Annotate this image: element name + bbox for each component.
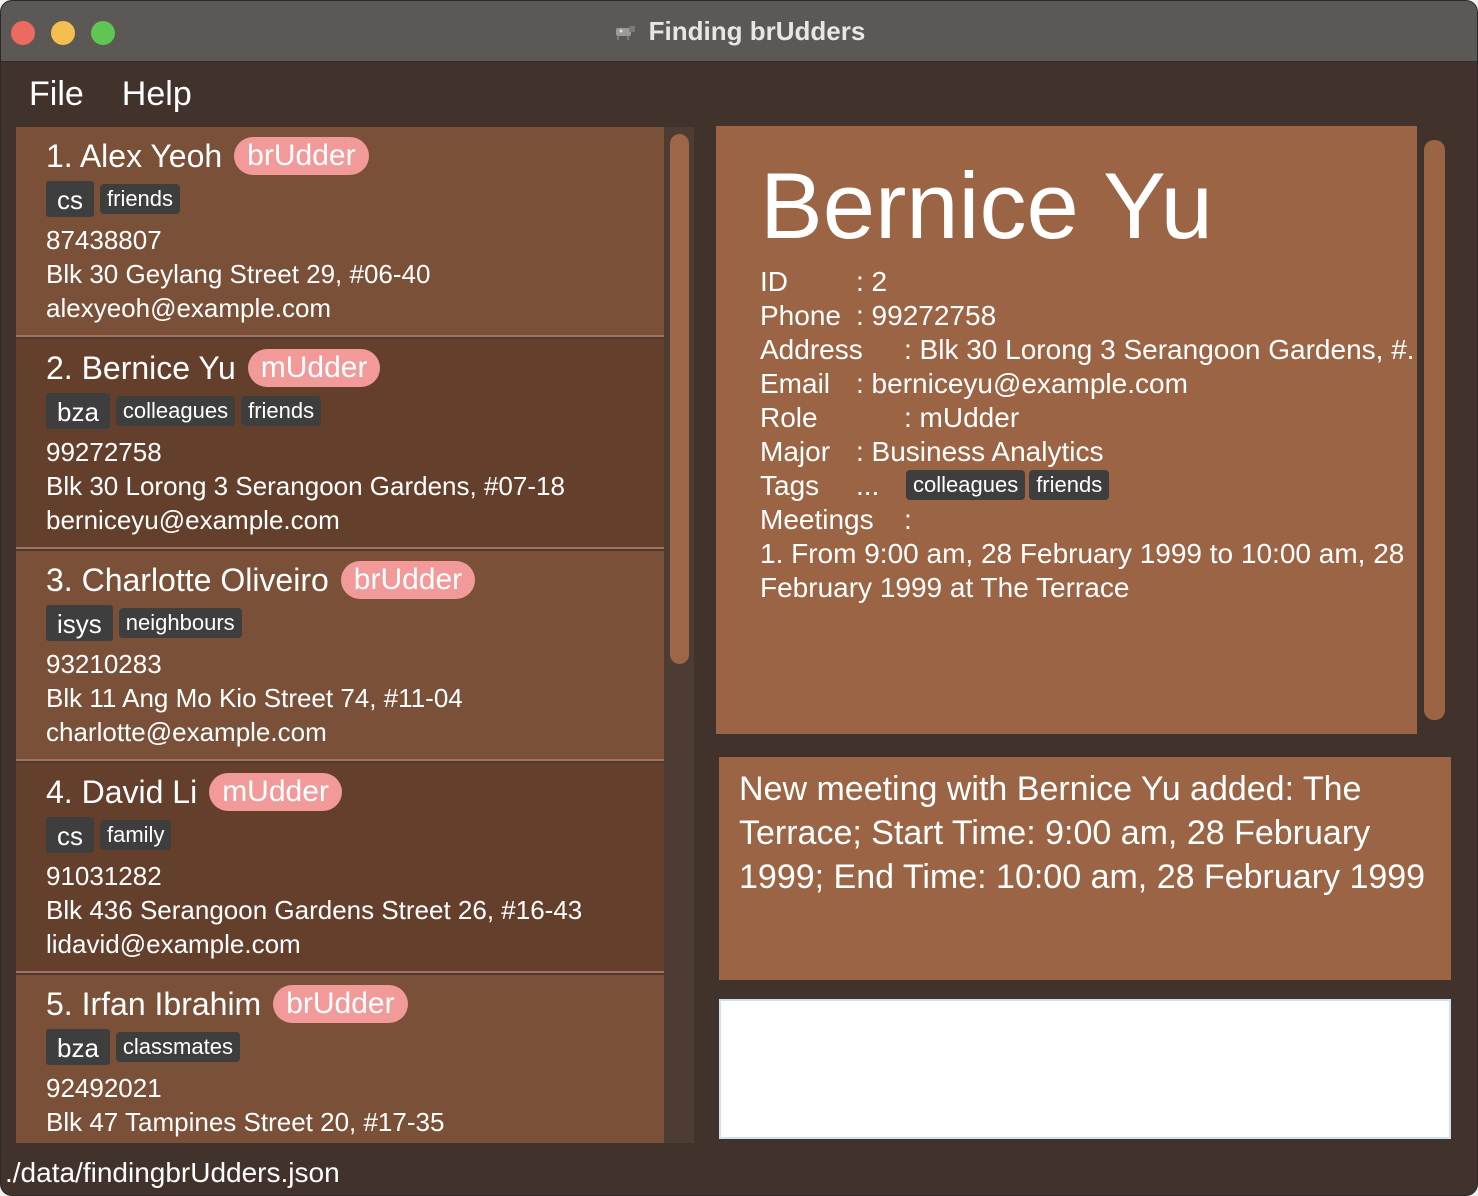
major-tag: cs bbox=[46, 817, 94, 853]
detail-address-value: : Blk 30 Lorong 3 Serangoon Gardens, #..… bbox=[904, 334, 1431, 365]
detail-id-label: ID bbox=[760, 266, 788, 297]
role-badge: mUdder bbox=[247, 349, 381, 387]
person-phone: 87438807 bbox=[46, 225, 162, 255]
detail-address-label: Address bbox=[760, 334, 863, 365]
person-name: 5. Irfan Ibrahim bbox=[46, 985, 262, 1022]
meeting-line: 1. From 9:00 am, 28 February 1999 to 10:… bbox=[760, 538, 1405, 569]
tag: family bbox=[100, 820, 172, 850]
menu-help[interactable]: Help bbox=[122, 75, 192, 114]
person-address: Blk 436 Serangoon Gardens Street 26, #16… bbox=[46, 895, 583, 925]
detail-tags-label: Tags bbox=[760, 470, 820, 501]
person-phone: 92492021 bbox=[46, 1073, 162, 1103]
status-bar-file-path: ./data/findingbrUdders.json bbox=[5, 1157, 340, 1188]
person-card[interactable]: 2. Bernice Yu mUdder bza colleagues frie… bbox=[16, 339, 664, 549]
tag: classmates bbox=[115, 1032, 240, 1062]
person-email: berniceyu@example.com bbox=[46, 505, 340, 535]
person-card[interactable]: 3. Charlotte Oliveiro brUdder isys neigh… bbox=[16, 551, 664, 761]
role-badge: brUdder bbox=[273, 985, 408, 1023]
person-name: 1. Alex Yeoh bbox=[46, 137, 223, 174]
person-name: 3. Charlotte Oliveiro bbox=[46, 561, 329, 598]
detail-major-value: : Business Analytics bbox=[856, 436, 1104, 467]
person-detail-panel: Bernice Yu ID : 2 Phone : 99272758 Address… bbox=[716, 126, 1452, 734]
detail-meetings-separator: : bbox=[904, 504, 912, 535]
role-badge: brUdder bbox=[340, 561, 476, 599]
major-tag: bza bbox=[46, 1029, 110, 1065]
role-badge: mUdder bbox=[209, 773, 342, 811]
detail-phone-value: : 99272758 bbox=[856, 300, 997, 331]
detail-tag: colleagues bbox=[906, 470, 1026, 500]
app-window: Finding brUdders File Help 1. Alex Yeoh … bbox=[0, 0, 1478, 1196]
person-address: Blk 30 Lorong 3 Serangoon Gardens, #07-1… bbox=[46, 471, 565, 501]
detail-phone-label: Phone bbox=[760, 300, 841, 331]
person-address: Blk 30 Geylang Street 29, #06-40 bbox=[46, 259, 431, 289]
result-line: New meeting with Bernice Yu added: The bbox=[739, 770, 1362, 808]
major-tag: bza bbox=[46, 393, 110, 429]
person-email: charlotte@example.com bbox=[46, 717, 327, 747]
meeting-line: February 1999 at The Terrace bbox=[760, 572, 1130, 603]
detail-email-value: : berniceyu@example.com bbox=[856, 368, 1188, 399]
person-phone: 93210283 bbox=[46, 649, 162, 679]
person-email: lidavid@example.com bbox=[46, 929, 301, 959]
tag: colleagues bbox=[115, 396, 236, 426]
command-input[interactable] bbox=[721, 1001, 1449, 1137]
major-tag: isys bbox=[46, 605, 113, 641]
detail-id-value: : 2 bbox=[856, 266, 888, 297]
person-address: Blk 47 Tampines Street 20, #17-35 bbox=[46, 1107, 445, 1137]
result-line: 1999; End Time: 10:00 am, 28 February 19… bbox=[739, 858, 1426, 896]
major-tag: cs bbox=[46, 181, 94, 217]
tag: friends bbox=[241, 396, 322, 426]
detail-role-label: Role bbox=[760, 402, 818, 433]
role-badge: brUdder bbox=[234, 137, 369, 175]
person-phone: 99272758 bbox=[46, 437, 162, 467]
person-email: alexyeoh@example.com bbox=[46, 293, 332, 323]
menu-file[interactable]: File bbox=[29, 75, 84, 114]
detail-tags-separator: ... bbox=[856, 470, 880, 501]
detail-major-label: Major bbox=[760, 436, 831, 467]
list-scrollbar-thumb[interactable] bbox=[670, 134, 689, 664]
person-name: 4. David Li bbox=[46, 773, 198, 810]
detail-email-label: Email bbox=[760, 368, 831, 399]
person-phone: 91031282 bbox=[46, 861, 162, 891]
person-card[interactable]: 5. Irfan Ibrahim brUdder bza classmates … bbox=[16, 975, 664, 1143]
window-title: Finding brUdders bbox=[648, 16, 866, 46]
tag: friends bbox=[100, 184, 181, 214]
detail-tag: friends bbox=[1029, 470, 1110, 500]
result-display: New meeting with Bernice Yu added: The T… bbox=[719, 757, 1451, 980]
person-list[interactable]: 1. Alex Yeoh brUdder cs friends 87438807… bbox=[16, 127, 694, 1143]
tag: neighbours bbox=[118, 608, 242, 638]
person-card[interactable]: 1. Alex Yeoh brUdder cs friends 87438807… bbox=[16, 127, 664, 337]
menu-bar: File Help bbox=[1, 63, 1477, 125]
result-line: Terrace; Start Time: 9:00 am, 28 Februar… bbox=[739, 814, 1371, 852]
detail-scrollbar-thumb[interactable] bbox=[1424, 140, 1445, 720]
person-card[interactable]: 4. David Li mUdder cs family 91031282 Bl… bbox=[16, 763, 664, 973]
detail-role-value: : mUdder bbox=[904, 402, 1020, 433]
detail-name: Bernice Yu bbox=[760, 153, 1213, 258]
person-name: 2. Bernice Yu bbox=[46, 349, 236, 386]
cow-app-icon bbox=[615, 25, 635, 40]
detail-meetings-label: Meetings bbox=[760, 504, 874, 535]
command-box[interactable] bbox=[719, 999, 1451, 1139]
title-bar: Finding brUdders bbox=[1, 1, 1477, 62]
person-address: Blk 11 Ang Mo Kio Street 74, #11-04 bbox=[46, 683, 463, 713]
